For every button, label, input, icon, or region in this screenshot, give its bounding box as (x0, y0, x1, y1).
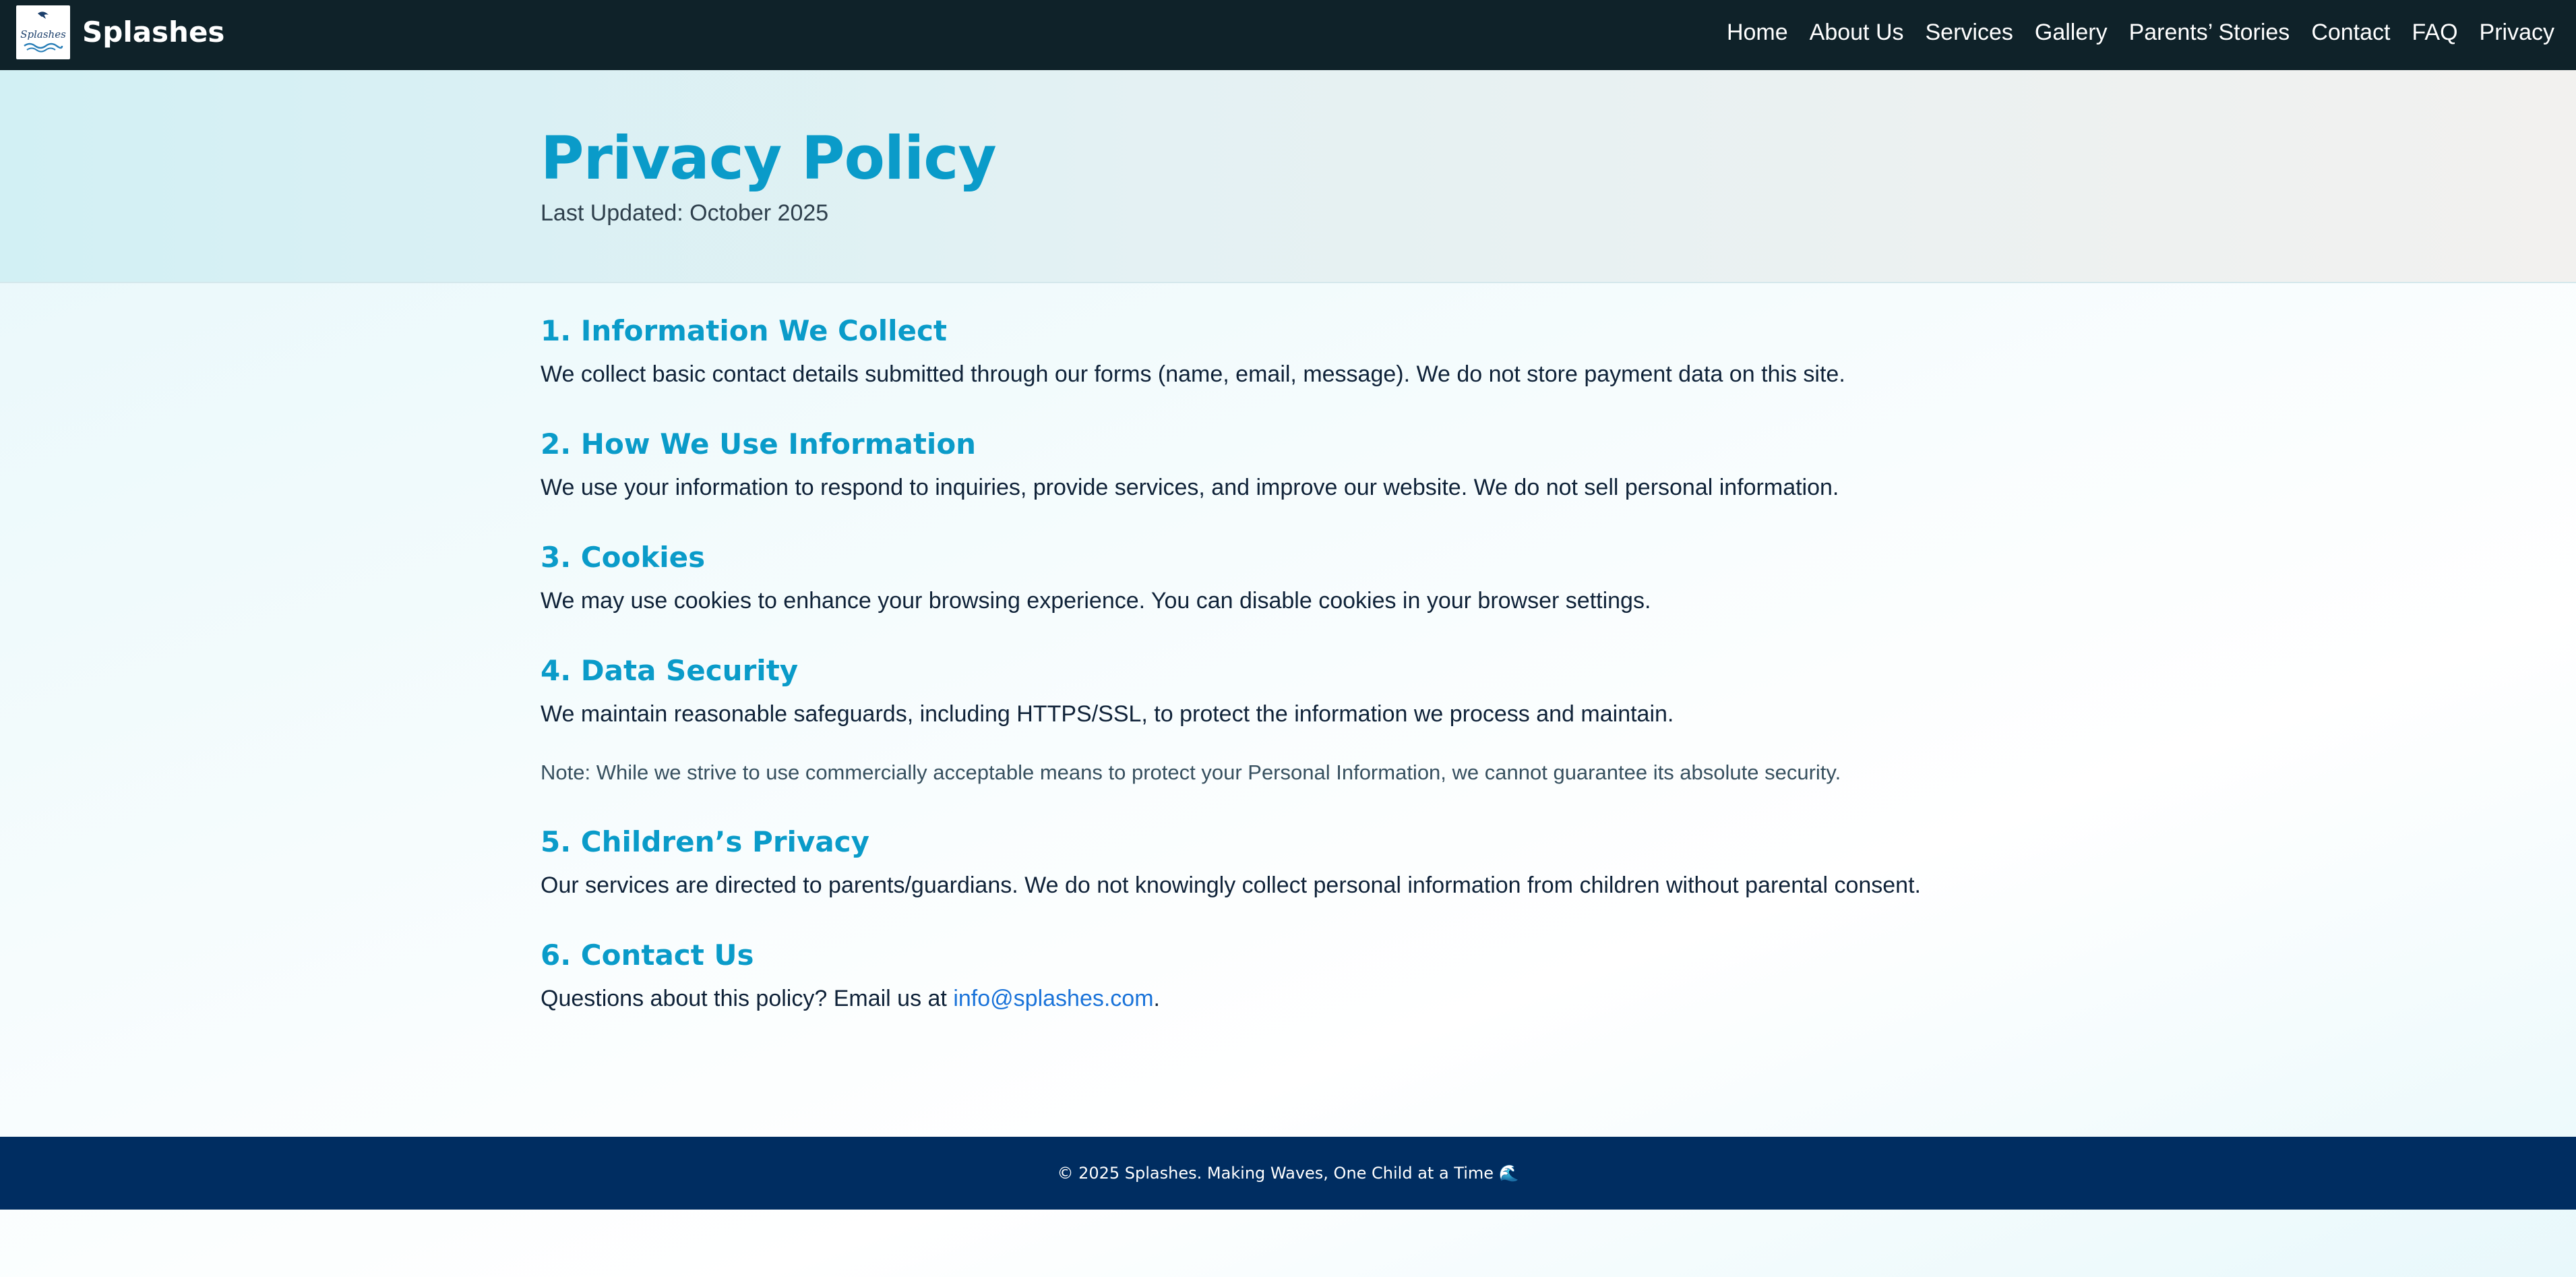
section-body-cookies: We may use cookies to enhance your brows… (541, 588, 1651, 614)
nav-parents-stories[interactable]: Parents’ Stories (2129, 20, 2290, 46)
nav-privacy[interactable]: Privacy (2480, 20, 2554, 46)
nav-faq[interactable]: FAQ (2412, 20, 2458, 46)
nav-contact[interactable]: Contact (2311, 20, 2390, 46)
section-body-childrens-privacy: Our services are directed to parents/gua… (541, 872, 1921, 898)
section-heading-childrens-privacy: 5. Children’s Privacy (541, 825, 869, 858)
nav-gallery[interactable]: Gallery (2035, 20, 2108, 46)
nav-about-us[interactable]: About Us (1810, 20, 1904, 46)
contact-suffix-text: . (1153, 986, 1160, 1011)
section-heading-contact-us: 6. Contact Us (541, 939, 754, 972)
hero-banner: Privacy Policy Last Updated: October 202… (0, 70, 2576, 283)
email-link[interactable]: info@splashes.com (953, 986, 1153, 1011)
brand-name[interactable]: Splashes (82, 13, 224, 51)
contact-prefix-text: Questions about this policy? Email us at (541, 986, 954, 1011)
section-body-contact-us: Questions about this policy? Email us at… (541, 986, 1160, 1012)
section-heading-data-security: 4. Data Security (541, 654, 799, 687)
nav-services[interactable]: Services (1926, 20, 2013, 46)
footer-copyright: © 2025 Splashes. Making Waves, One Child… (1057, 1164, 1519, 1183)
section-heading-how-we-use: 2. How We Use Information (541, 427, 977, 461)
main-nav: Home About Us Services Gallery Parents’ … (1727, 0, 2554, 65)
svg-text:Splashes: Splashes (20, 28, 66, 40)
section-heading-cookies: 3. Cookies (541, 541, 706, 574)
nav-home[interactable]: Home (1727, 20, 1788, 46)
page-title: Privacy Policy (541, 123, 997, 193)
splashes-logo-icon[interactable]: Splashes (16, 5, 70, 59)
section-body-data-security: We maintain reasonable safeguards, inclu… (541, 701, 1674, 727)
section-body-information-we-collect: We collect basic contact details submitt… (541, 361, 1845, 387)
section-body-how-we-use: We use your information to respond to in… (541, 475, 1839, 500)
site-footer: © 2025 Splashes. Making Waves, One Child… (0, 1137, 2576, 1210)
top-navbar: Splashes Splashes Home About Us Services… (0, 0, 2576, 70)
last-updated-text: Last Updated: October 2025 (541, 200, 829, 226)
section-heading-information-we-collect: 1. Information We Collect (541, 314, 947, 347)
security-note: Note: While we strive to use commerciall… (541, 761, 1841, 784)
